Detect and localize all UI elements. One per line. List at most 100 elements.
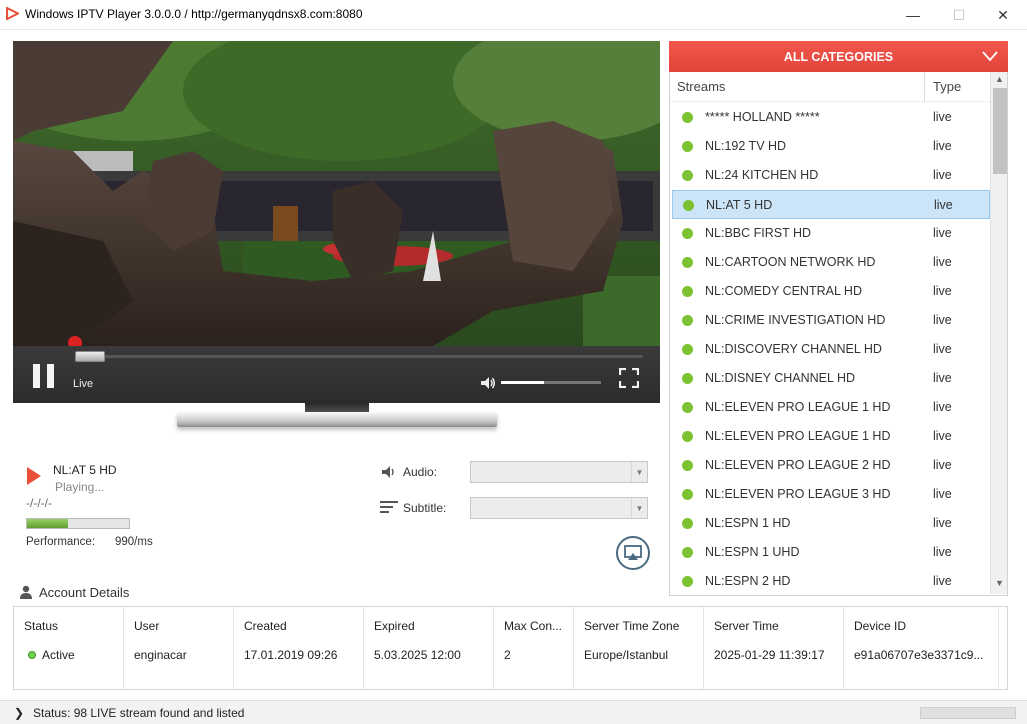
stream-name: NL:ELEVEN PRO LEAGUE 3 HD [705,487,891,501]
live-status-dot-icon [683,200,694,211]
account-value: 2 [504,648,511,662]
account-value: enginacar [134,648,187,662]
stream-row[interactable]: NL:CARTOON NETWORK HD live [672,248,990,277]
stream-row[interactable]: NL:AT 5 HD live [672,190,990,219]
stream-row[interactable]: NL:ELEVEN PRO LEAGUE 1 HD live [672,393,990,422]
account-column-header[interactable]: Server Time [714,619,779,633]
fullscreen-icon[interactable] [619,368,639,388]
account-column: Status Active [14,607,124,689]
live-status-dot-icon [682,112,693,123]
stream-row[interactable]: NL:ESPN 1 UHD live [672,538,990,567]
account-column-header[interactable]: User [134,619,159,633]
chevron-down-icon[interactable] [982,49,998,63]
stream-type: live [933,429,952,443]
seek-bar[interactable] [75,355,643,358]
stream-row[interactable]: NL:ESPN 1 HD live [672,509,990,538]
stream-row[interactable]: NL:24 KITCHEN HD live [672,161,990,190]
scroll-down-icon[interactable]: ▼ [995,578,1004,588]
column-header-streams[interactable]: Streams [677,79,725,94]
live-status-dot-icon [682,373,693,384]
play-indicator-icon [27,467,41,485]
stream-type: live [933,400,952,414]
volume-icon[interactable] [480,375,496,391]
stream-name: NL:192 TV HD [705,139,787,153]
stream-type: live [933,139,952,153]
column-divider[interactable] [924,72,925,102]
active-status-icon [28,651,36,659]
live-status-dot-icon [682,286,693,297]
seek-handle[interactable] [75,351,105,362]
list-header: Streams Type [670,72,990,102]
chevron-down-icon[interactable]: ▼ [631,462,647,482]
video-picture [13,41,660,346]
vertical-scrollbar[interactable]: ▲ ▼ [990,72,1007,594]
user-icon [20,585,32,599]
account-column-header[interactable]: Max Con... [504,619,562,633]
audio-label: Audio: [403,465,438,479]
app-logo-icon [6,7,19,20]
account-column-header[interactable]: Server Time Zone [584,619,679,633]
column-header-type[interactable]: Type [933,79,961,94]
account-column: Max Con... 2 [494,607,574,689]
live-status-dot-icon [682,402,693,413]
account-column-header[interactable]: Expired [374,619,415,633]
close-button[interactable]: ✕ [980,0,1026,30]
stream-row[interactable]: NL:ELEVEN PRO LEAGUE 3 HD live [672,480,990,509]
account-details-title: Account Details [39,585,130,600]
performance-fill [27,519,68,528]
scroll-up-icon[interactable]: ▲ [995,74,1004,84]
audio-track-select[interactable]: ▼ [470,461,648,483]
stream-row[interactable]: NL:DISNEY CHANNEL HD live [672,364,990,393]
tv-stand-base [177,412,497,427]
maximize-button[interactable]: ☐ [936,0,982,30]
stream-name: NL:ESPN 1 UHD [705,545,800,559]
categories-dropdown[interactable]: ALL CATEGORIES [669,41,1008,72]
stream-row[interactable]: ***** HOLLAND ***** live [672,103,990,132]
stream-row[interactable]: NL:192 TV HD live [672,132,990,161]
status-text: Status: 98 LIVE stream found and listed [33,706,245,720]
stream-row[interactable]: NL:CRIME INVESTIGATION HD live [672,306,990,335]
account-value: Active [42,648,75,662]
stream-name: ***** HOLLAND ***** [705,110,820,124]
stream-row[interactable]: NL:ESPN 2 HD live [672,567,990,595]
chevron-right-icon[interactable]: ❯ [14,706,24,720]
pause-icon[interactable] [33,364,57,388]
live-status-dot-icon [682,141,693,152]
stream-type: live [933,516,952,530]
stream-row[interactable]: NL:DISCOVERY CHANNEL HD live [672,335,990,364]
stream-name: NL:COMEDY CENTRAL HD [705,284,862,298]
account-value: Europe/Istanbul [584,648,669,662]
stream-row[interactable]: NL:ELEVEN PRO LEAGUE 1 HD live [672,422,990,451]
performance-value: 990/ms [115,536,153,548]
stream-name: NL:AT 5 HD [706,198,773,212]
video-frame[interactable] [13,41,660,346]
now-playing-title: NL:AT 5 HD [53,463,117,477]
minimize-button[interactable]: — [890,0,936,30]
account-table: Status Active User enginacar Created 17.01.20… [13,606,1008,690]
account-column: Server Time 2025-01-29 11:39:17 [704,607,844,689]
live-status-dot-icon [682,257,693,268]
window-title: Windows IPTV Player 3.0.0.0 / http://ger… [25,7,363,21]
stream-row[interactable]: NL:COMEDY CENTRAL HD live [672,277,990,306]
subtitle-icon [380,501,398,513]
stream-type: live [934,198,953,212]
stream-row[interactable]: NL:BBC FIRST HD live [672,219,990,248]
stream-type: live [933,110,952,124]
live-status-dot-icon [682,431,693,442]
title-bar: Windows IPTV Player 3.0.0.0 / http://ger… [0,0,1027,30]
account-column-header[interactable]: Status [24,619,58,633]
account-column-header[interactable]: Created [244,619,287,633]
scrollbar-thumb[interactable] [993,88,1007,174]
stream-name: NL:ESPN 2 HD [705,574,791,588]
chevron-down-icon[interactable]: ▼ [631,498,647,518]
live-status-dot-icon [682,489,693,500]
live-status-dot-icon [682,518,693,529]
now-playing-status: Playing... [55,480,105,494]
volume-level [501,381,544,384]
live-status-dot-icon [682,315,693,326]
subtitle-label: Subtitle: [403,501,447,515]
subtitle-select[interactable]: ▼ [470,497,648,519]
account-column-header[interactable]: Device ID [854,619,906,633]
cast-button[interactable] [616,536,650,570]
stream-row[interactable]: NL:ELEVEN PRO LEAGUE 2 HD live [672,451,990,480]
